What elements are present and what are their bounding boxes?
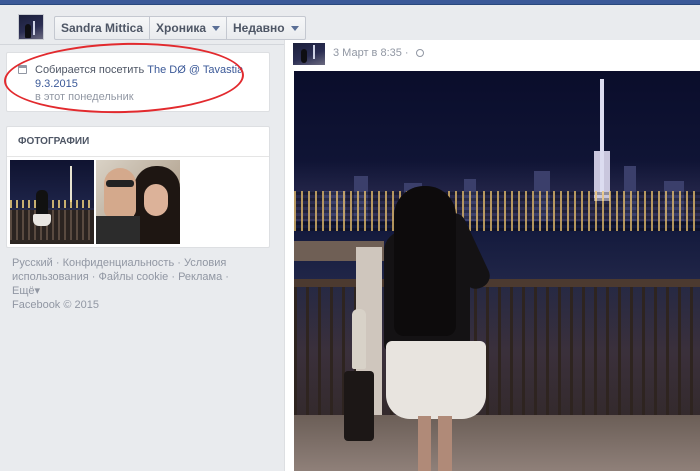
chevron-down-icon [212,25,220,31]
footer-links: Русский · Конфиденциальность · Условия и… [12,257,229,311]
profile-name-label: Sandra Mittica [61,21,144,35]
breadcrumb: Sandra Mittica Хроника Недавно [54,16,306,40]
footer-language[interactable]: Русский [12,257,53,269]
globe-icon[interactable] [415,49,424,57]
footer-privacy[interactable]: Конфиденциальность [63,257,175,269]
post-timestamp-text: 3 Март в 8:35 [333,47,402,59]
footer-ads[interactable]: Реклама [178,271,222,283]
profile-avatar[interactable] [18,14,44,40]
profile-subnav: Sandra Mittica Хроника Недавно [0,5,700,45]
post-timestamp[interactable]: 3 Март в 8:35 · [333,47,424,59]
chevron-down-icon [290,25,299,31]
timeline-label: Хроника [156,21,206,35]
profile-name-button[interactable]: Sandra Mittica [55,17,151,39]
timeline-post: 3 Март в 8:35 · [284,40,700,471]
timeline-dropdown[interactable]: Хроника [150,17,227,39]
footer-copyright: Facebook © 2015 [12,299,99,311]
event-card: Собирается посетить The DØ @ Tavastia 9.… [3,39,270,117]
photos-header[interactable]: ФОТОГРАФИИ [7,127,269,157]
recent-dropdown[interactable]: Недавно [227,17,305,39]
recent-label: Недавно [233,21,285,35]
avatar[interactable] [293,43,325,65]
photo-thumbnail[interactable] [96,160,180,244]
footer-cookies[interactable]: Файлы cookie [98,271,168,283]
post-photo[interactable] [294,71,700,471]
more-caret-icon: ▾ [34,285,41,297]
photo-thumbnail[interactable] [10,160,94,244]
annotation-ellipse [3,39,245,117]
footer-more[interactable]: Ещё [12,285,35,297]
photos-card: ФОТОГРАФИИ [6,126,270,248]
